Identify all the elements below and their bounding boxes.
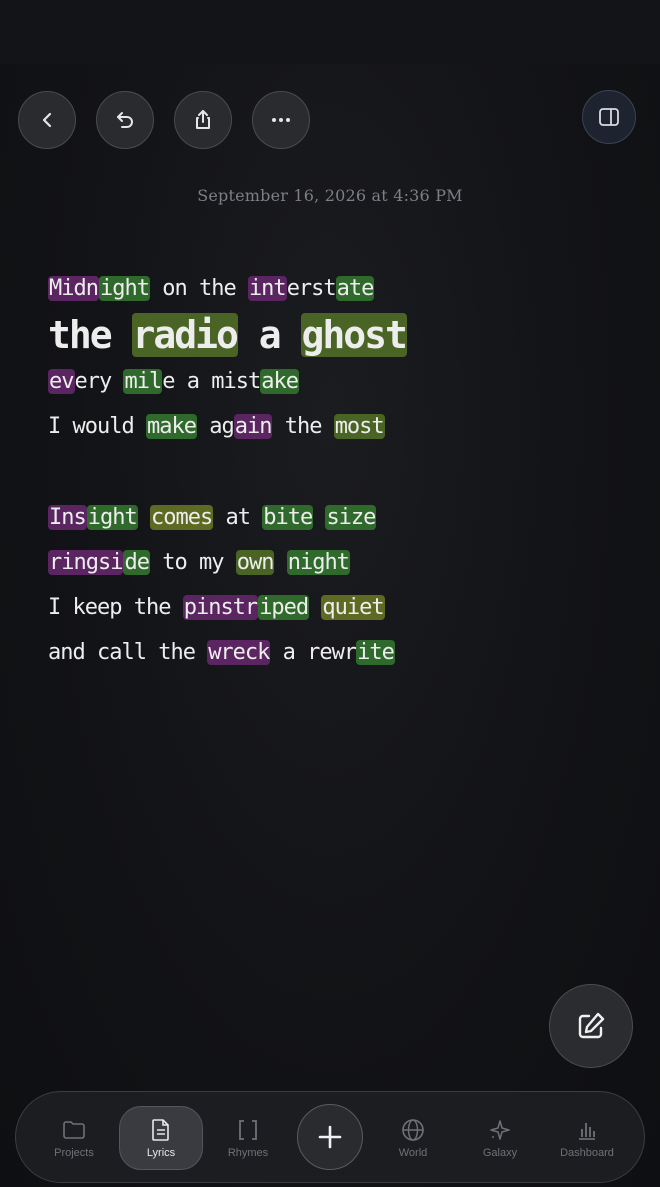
tab-projects[interactable]: Projects [32,1106,116,1170]
sparkle-icon [490,1120,510,1140]
lyric-line[interactable]: ringsi de to my own night [48,540,638,585]
tab-label: Galaxy [482,1147,518,1159]
rhyme-highlight: most [333,414,385,439]
lyric-text: to my [149,550,236,575]
edit-icon [578,1012,605,1039]
rhyme-highlight: ringsi [48,550,123,575]
lyric-line[interactable]: ev ery mil e a mist ake [48,359,638,404]
tab-label: Projects [54,1147,94,1159]
document-icon [152,1119,169,1141]
tab-lyrics[interactable]: Lyrics [119,1106,203,1170]
edit-button[interactable] [549,984,633,1068]
lyric-text: on the [149,276,248,301]
rhyme-highlight: mil [123,369,163,394]
rhyme-highlight: Ins [48,505,87,530]
rhyme-highlight: size [325,505,377,530]
lyric-text: ery [74,369,124,394]
lyric-text [313,505,325,530]
rhyme-highlight: pinstr [182,595,258,620]
lyric-line[interactable]: Ins ight comes at bite size [48,495,638,540]
rhyme-highlight: de [123,550,150,575]
sidebar-toggle-button[interactable] [582,90,636,144]
tab-rhymes[interactable]: Rhymes [206,1106,290,1170]
rhyme-highlight: Midn [48,276,99,301]
lyric-text [274,550,286,575]
rhyme-highlight: ight [98,276,150,301]
undo-button[interactable] [96,91,154,149]
back-button[interactable] [18,91,76,149]
rhyme-highlight: ite [356,640,395,665]
lyric-text: a [237,313,301,357]
lyric-text [309,595,321,620]
plus-icon [318,1125,342,1149]
sidebar-panel-icon [599,108,619,126]
rhyme-highlight: ake [260,369,299,394]
rhyme-highlight: ight [86,505,138,530]
more-icon [272,118,290,122]
globe-icon [402,1119,424,1141]
lyric-text: e a mist [162,369,261,394]
lyric-line[interactable]: I would make ag ain the most [48,404,638,449]
rhyme-highlight: make [145,414,197,439]
rhyme-highlight: ate [335,276,375,301]
lyric-text: I keep the [48,595,183,620]
share-icon [196,110,210,129]
lyric-line[interactable]: and call the wreck a rewr ite [48,630,638,675]
rhyme-highlight: iped [258,595,310,620]
stanza-break [48,449,638,495]
bottom-tab-bar: Projects Lyrics Rhymes World Galaxy Dash… [15,1091,645,1183]
lyric-text: at [213,505,263,530]
lyric-line[interactable]: Midn ight on the int erst ate [48,266,638,311]
lyric-text: ag [196,414,235,439]
tab-label: World [398,1147,428,1159]
note-timestamp: September 16, 2026 at 4:36 PM [197,186,463,205]
rhyme-highlight: bite [262,505,314,530]
undo-icon [117,112,133,128]
tab-label: Lyrics [146,1147,176,1159]
lyric-text: I would [48,414,146,439]
rhyme-highlight: int [247,276,287,301]
lyric-text: a rewr [270,640,357,665]
lyric-text: erst [286,276,337,301]
tab-world[interactable]: World [371,1106,455,1170]
lyrics-editor[interactable]: Midn ight on the int erst ate the radio a gh… [48,266,638,675]
tab-label: Dashboard [560,1147,614,1159]
rhyme-highlight: quiet [321,595,385,620]
tab-dashboard[interactable]: Dashboard [545,1106,629,1170]
status-bar [0,0,660,64]
rhyme-highlight: night [286,550,350,575]
chevron-left-icon [42,112,52,128]
rhyme-highlight: ev [48,369,75,394]
brackets-icon [239,1120,257,1140]
lyric-text: the [272,414,334,439]
lyric-text [138,505,150,530]
share-button[interactable] [174,91,232,149]
bar-chart-icon [579,1123,595,1140]
more-button[interactable] [252,91,310,149]
rhyme-highlight: comes [149,505,213,530]
lyric-text: and call the [48,640,208,665]
rhyme-highlight: radio [131,313,239,357]
rhyme-highlight: wreck [207,640,270,665]
rhyme-highlight: ghost [300,313,408,357]
lyric-line[interactable]: the radio a ghost [48,311,638,359]
folder-icon [63,1121,85,1139]
lyric-line[interactable]: I keep the pinstr iped quiet [48,585,638,630]
tab-label: Rhymes [227,1147,269,1159]
rhyme-highlight: own [235,550,275,575]
tab-galaxy[interactable]: Galaxy [458,1106,542,1170]
lyric-text: the [48,313,132,357]
rhyme-highlight: ain [233,414,273,439]
add-button[interactable] [297,1104,363,1170]
